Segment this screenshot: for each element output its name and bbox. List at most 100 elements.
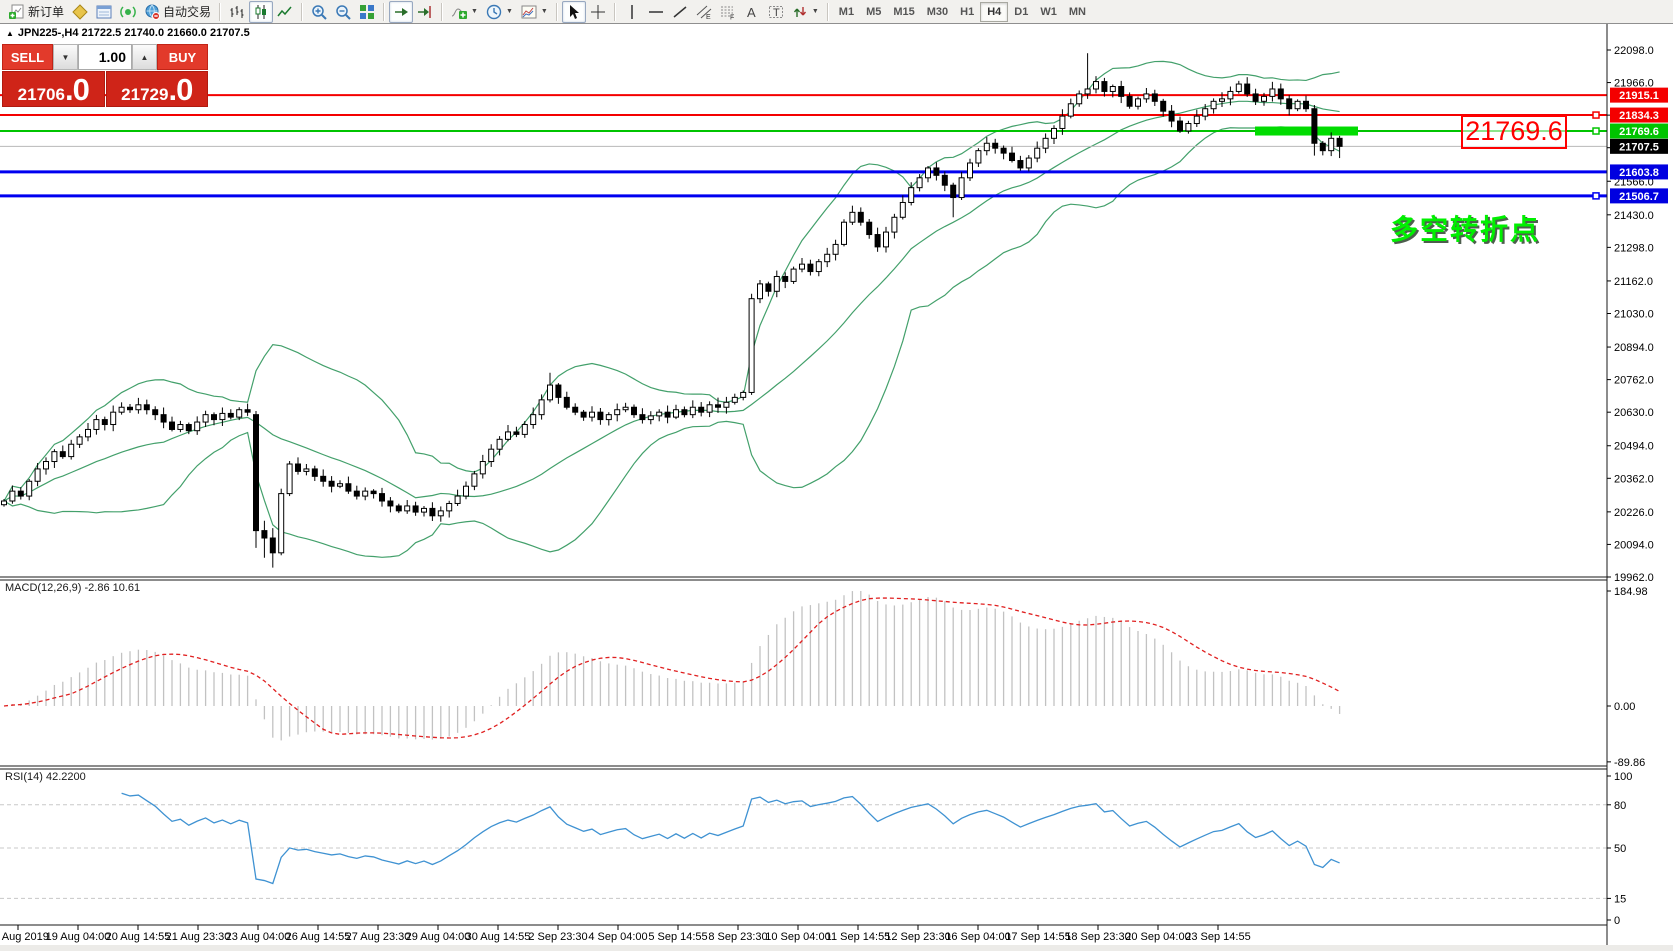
data-window-icon bbox=[96, 4, 112, 20]
fibonacci-button[interactable]: F bbox=[716, 1, 740, 23]
svg-text:20630.0: 20630.0 bbox=[1614, 407, 1654, 419]
panel-separators[interactable] bbox=[0, 24, 1607, 945]
chart-annotation[interactable]: 多空转折点 bbox=[1390, 208, 1540, 248]
svg-text:-89.86: -89.86 bbox=[1614, 757, 1645, 769]
highlight-segment[interactable] bbox=[1255, 127, 1358, 136]
tab-timeframe-MN[interactable]: MN bbox=[1063, 3, 1092, 21]
buy-price[interactable]: 21729.0 bbox=[106, 71, 209, 107]
chart-canvas[interactable]: 22098.021966.021834.021702.021566.021430… bbox=[0, 0, 1673, 951]
svg-text:23 Aug 04:00: 23 Aug 04:00 bbox=[226, 931, 291, 943]
svg-text:E: E bbox=[706, 14, 711, 20]
rsi-label: RSI(14) 42.2200 bbox=[5, 771, 86, 783]
trendline-button[interactable] bbox=[668, 1, 692, 23]
data-window-button[interactable] bbox=[92, 1, 116, 23]
line-chart-button[interactable] bbox=[273, 1, 297, 23]
rsi-panel bbox=[0, 793, 1607, 898]
window-bottom-edge bbox=[0, 945, 1673, 951]
crosshair-button[interactable] bbox=[586, 1, 610, 23]
svg-text:20762.0: 20762.0 bbox=[1614, 375, 1654, 387]
volume-down-button[interactable]: ▼ bbox=[53, 44, 78, 70]
indicators-icon bbox=[451, 4, 467, 20]
volume-up-button[interactable]: ▲ bbox=[132, 44, 157, 70]
label-button[interactable]: T bbox=[764, 1, 788, 23]
chevron-down-icon: ▼ bbox=[506, 8, 513, 15]
svg-text:17 Sep 14:55: 17 Sep 14:55 bbox=[1005, 931, 1070, 943]
cursor-icon bbox=[566, 4, 582, 20]
price-callout[interactable]: 21769.6 bbox=[1461, 115, 1567, 149]
svg-text:22098.0: 22098.0 bbox=[1614, 45, 1654, 57]
chevron-down-icon: ▼ bbox=[812, 8, 819, 15]
sell-price-main: 21706 bbox=[18, 85, 65, 105]
indicators-button[interactable]: ▼ bbox=[447, 1, 482, 23]
market-watch-button[interactable] bbox=[68, 1, 92, 23]
tile-windows-button[interactable] bbox=[355, 1, 379, 23]
svg-text:100: 100 bbox=[1614, 771, 1632, 783]
svg-text:21298.0: 21298.0 bbox=[1614, 242, 1654, 254]
templates-button[interactable]: ▼ bbox=[517, 1, 552, 23]
svg-text:29 Aug 04:00: 29 Aug 04:00 bbox=[406, 931, 471, 943]
toolbar-separator bbox=[827, 3, 829, 21]
svg-text:21506.7: 21506.7 bbox=[1619, 191, 1659, 203]
tab-timeframe-H1[interactable]: H1 bbox=[954, 3, 980, 21]
tile-windows-icon bbox=[359, 4, 375, 20]
svg-text:18 Sep 23:30: 18 Sep 23:30 bbox=[1065, 931, 1130, 943]
candlestick-icon bbox=[253, 4, 269, 20]
label-icon: T bbox=[768, 4, 784, 20]
svg-text:26 Aug 14:55: 26 Aug 14:55 bbox=[286, 931, 351, 943]
sell-button[interactable]: SELL bbox=[2, 44, 53, 70]
vertical-line-button[interactable] bbox=[620, 1, 644, 23]
auto-trading-icon bbox=[144, 4, 160, 20]
candlestick-button[interactable] bbox=[249, 1, 273, 23]
channel-button[interactable]: E bbox=[692, 1, 716, 23]
ohlc-text: JPN225-,H4 21722.5 21740.0 21660.0 21707… bbox=[18, 27, 250, 39]
tab-timeframe-M15[interactable]: M15 bbox=[887, 3, 920, 21]
svg-text:21915.1: 21915.1 bbox=[1619, 90, 1659, 102]
zoom-out-button[interactable] bbox=[331, 1, 355, 23]
tab-timeframe-D1[interactable]: D1 bbox=[1008, 3, 1034, 21]
arrow-tools-button[interactable]: ▼ bbox=[788, 1, 823, 23]
zoom-in-button[interactable] bbox=[307, 1, 331, 23]
svg-text:21 Aug 23:30: 21 Aug 23:30 bbox=[166, 931, 231, 943]
line-chart-icon bbox=[277, 4, 293, 20]
svg-text:A: A bbox=[747, 5, 756, 20]
zoom-out-icon bbox=[335, 4, 351, 20]
macd-panel bbox=[4, 591, 1340, 740]
svg-text:19962.0: 19962.0 bbox=[1614, 572, 1654, 584]
collapse-icon[interactable]: ▲ bbox=[6, 29, 14, 38]
sell-price[interactable]: 21706.0 bbox=[2, 71, 105, 107]
horizontal-price-lines[interactable] bbox=[0, 95, 1607, 199]
chart-shift-icon bbox=[417, 4, 433, 20]
tab-timeframe-W1[interactable]: W1 bbox=[1034, 3, 1063, 21]
bar-chart-icon bbox=[229, 4, 245, 20]
tab-timeframe-M30[interactable]: M30 bbox=[921, 3, 954, 21]
auto-scroll-icon bbox=[393, 4, 409, 20]
chevron-down-icon: ▼ bbox=[541, 8, 548, 15]
tab-timeframe-M1[interactable]: M1 bbox=[833, 3, 860, 21]
svg-text:10 Sep 04:00: 10 Sep 04:00 bbox=[765, 931, 830, 943]
svg-text:12 Sep 23:30: 12 Sep 23:30 bbox=[885, 931, 950, 943]
svg-text:20226.0: 20226.0 bbox=[1614, 507, 1654, 519]
auto-scroll-button[interactable] bbox=[389, 1, 413, 23]
cursor-button[interactable] bbox=[562, 1, 586, 23]
signals-button[interactable] bbox=[116, 1, 140, 23]
horizontal-line-icon bbox=[648, 4, 664, 20]
new-order-button[interactable]: 新订单 bbox=[4, 1, 68, 23]
horizontal-line-button[interactable] bbox=[644, 1, 668, 23]
time-axis: 15 Aug 201919 Aug 04:0020 Aug 14:5521 Au… bbox=[0, 925, 1251, 943]
tab-timeframe-M5[interactable]: M5 bbox=[860, 3, 887, 21]
buy-button[interactable]: BUY bbox=[157, 44, 208, 70]
svg-text:20894.0: 20894.0 bbox=[1614, 342, 1654, 354]
tab-timeframe-H4[interactable]: H4 bbox=[980, 2, 1008, 22]
volume-input[interactable] bbox=[78, 44, 132, 70]
zoom-in-icon bbox=[311, 4, 327, 20]
svg-text:0.00: 0.00 bbox=[1614, 701, 1635, 713]
chart-shift-button[interactable] bbox=[413, 1, 437, 23]
bar-chart-button[interactable] bbox=[225, 1, 249, 23]
svg-text:80: 80 bbox=[1614, 800, 1626, 812]
market-watch-icon bbox=[72, 4, 88, 20]
auto-trading-button[interactable]: 自动交易 bbox=[140, 1, 215, 23]
periods-button[interactable]: ▼ bbox=[482, 1, 517, 23]
svg-text:50: 50 bbox=[1614, 843, 1626, 855]
text-button[interactable]: A bbox=[740, 1, 764, 23]
svg-text:20094.0: 20094.0 bbox=[1614, 539, 1654, 551]
